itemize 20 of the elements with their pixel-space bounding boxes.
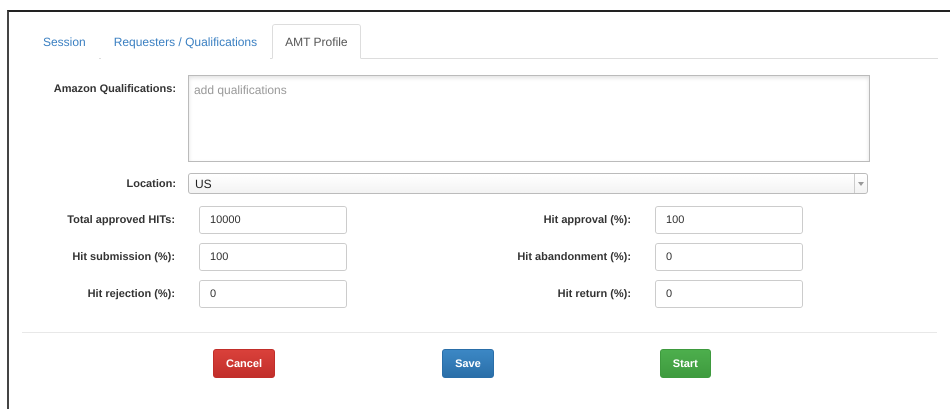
field-label: Amazon Qualifications: [52,82,176,95]
field-label: Hit rejection (%): [86,288,175,300]
field-label: Total approved HITs: [66,214,175,226]
caret-icon [854,174,867,193]
qualifications-field[interactable]: add qualifications [188,75,870,162]
save-button[interactable]: Save [442,349,494,378]
field-label: Location: [126,178,176,190]
field-label: Hit submission (%): [71,251,175,263]
number-field[interactable]: 100 [655,206,803,234]
number-field[interactable]: 100 [199,243,347,271]
cancel-button[interactable]: Cancel [213,349,276,378]
number-field[interactable]: 0 [199,280,347,308]
tab[interactable]: AMT Profile [272,24,361,59]
number-field[interactable]: 0 [655,243,803,271]
field-label: Hit return (%): [556,288,631,300]
field-label: Hit abandonment (%): [516,251,631,263]
number-field[interactable]: 0 [655,280,803,308]
location-select[interactable]: US [188,173,868,194]
number-field[interactable]: 10000 [199,206,347,234]
field-label: Hit approval (%): [542,214,631,226]
